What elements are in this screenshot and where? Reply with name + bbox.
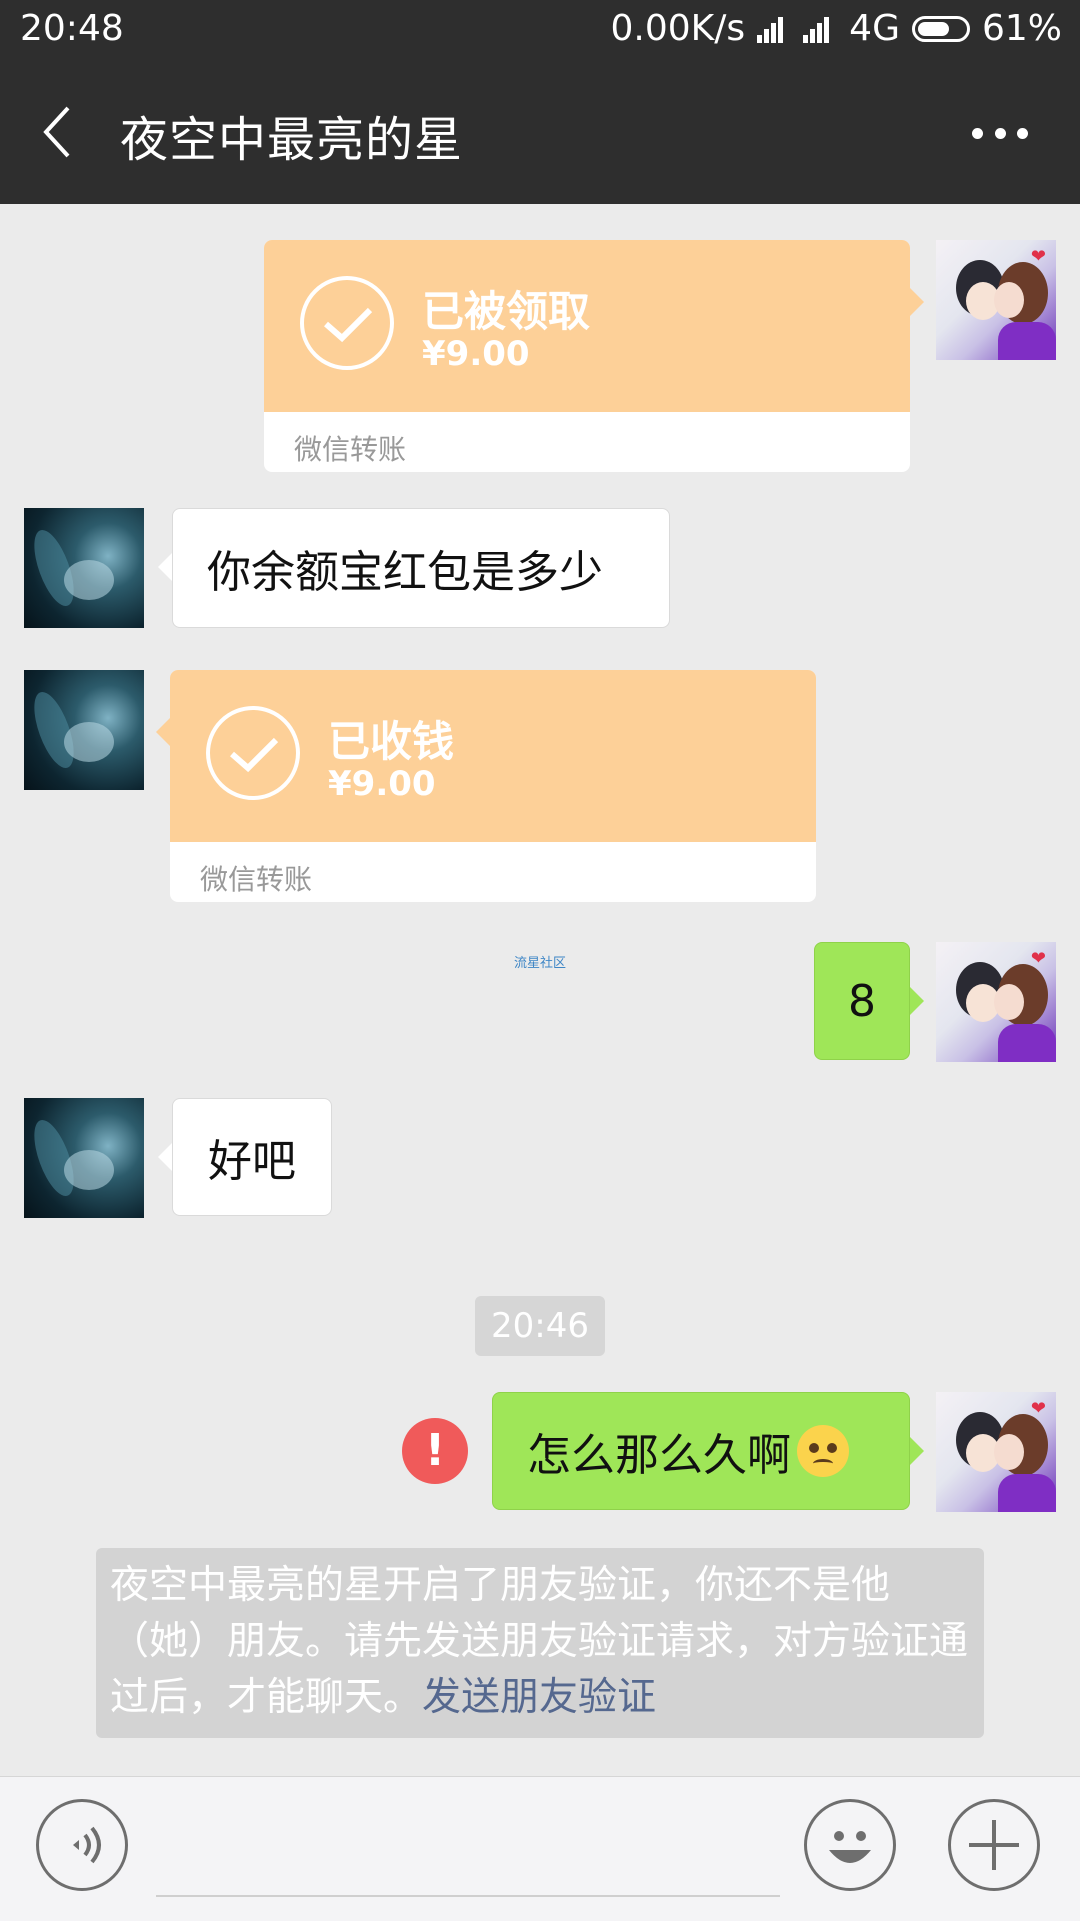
transfer-label: 微信转账 bbox=[200, 863, 313, 896]
more-horizontal-icon[interactable] bbox=[972, 128, 1028, 140]
status-bar: 20:48 0.00K/s 4G 61% bbox=[0, 0, 1080, 60]
message-text: 好吧 bbox=[208, 1136, 296, 1187]
voice-icon[interactable] bbox=[36, 1799, 128, 1891]
battery-level: 61% bbox=[981, 8, 1062, 49]
transfer-amount: ¥9.00 bbox=[328, 764, 436, 804]
avatar-me[interactable]: ❤ bbox=[936, 240, 1056, 360]
transfer-amount: ¥9.00 bbox=[422, 334, 530, 374]
avatar-other[interactable] bbox=[24, 508, 144, 628]
message-text: 8 bbox=[848, 975, 876, 1027]
message-bubble[interactable]: 怎么那么久啊 bbox=[492, 1392, 924, 1510]
battery-icon bbox=[911, 15, 970, 42]
transfer-card-received[interactable]: 已收钱 ¥9.00 微信转账 bbox=[156, 670, 816, 902]
message-bubble[interactable]: 你余额宝红包是多少 bbox=[158, 508, 670, 628]
avatar-me[interactable]: ❤ bbox=[936, 1392, 1056, 1512]
message-bubble[interactable]: 8 bbox=[814, 942, 924, 1060]
message-text: 你余额宝红包是多少 bbox=[207, 547, 603, 598]
status-right: 0.00K/s 4G 61% bbox=[611, 8, 1062, 49]
time-divider: 20:46 bbox=[475, 1296, 605, 1356]
watermark: 流星社区 bbox=[514, 956, 567, 971]
message-bubble[interactable]: 好吧 bbox=[158, 1098, 332, 1216]
network-speed: 0.00K/s bbox=[610, 8, 746, 49]
check-circle-icon bbox=[206, 706, 300, 800]
transfer-label: 微信转账 bbox=[294, 433, 407, 466]
message-text: 怎么那么久啊 bbox=[527, 1430, 791, 1481]
message-input[interactable] bbox=[156, 1895, 780, 1897]
input-bar bbox=[0, 1776, 1080, 1921]
friend-verification-notice: 夜空中最亮的星开启了朋友验证，你还不是他（她）朋友。请先发送朋友验证请求，对方验… bbox=[96, 1548, 984, 1738]
send-failed-icon[interactable]: ! bbox=[402, 1418, 468, 1484]
chevron-left-icon[interactable] bbox=[38, 102, 78, 162]
plus-icon[interactable] bbox=[948, 1799, 1040, 1891]
send-verification-link[interactable]: 发送朋友验证 bbox=[422, 1675, 656, 1720]
network-type: 4G bbox=[849, 8, 900, 49]
chat-header: 夜空中最亮的星 bbox=[0, 60, 1080, 204]
avatar-other[interactable] bbox=[24, 670, 144, 790]
signal-icon bbox=[757, 15, 791, 43]
transfer-card-sent[interactable]: 已被领取 ¥9.00 微信转账 bbox=[264, 240, 924, 472]
status-time: 20:48 bbox=[20, 8, 124, 49]
smiley-icon[interactable] bbox=[804, 1799, 896, 1891]
signal-icon-2 bbox=[803, 15, 837, 43]
avatar-other[interactable] bbox=[24, 1098, 144, 1218]
check-circle-icon bbox=[300, 276, 394, 370]
avatar-me[interactable]: ❤ bbox=[936, 942, 1056, 1062]
transfer-status: 已被领取 bbox=[422, 287, 591, 336]
woozy-face-icon bbox=[797, 1425, 849, 1477]
transfer-status: 已收钱 bbox=[328, 717, 455, 766]
chat-title: 夜空中最亮的星 bbox=[120, 112, 464, 168]
